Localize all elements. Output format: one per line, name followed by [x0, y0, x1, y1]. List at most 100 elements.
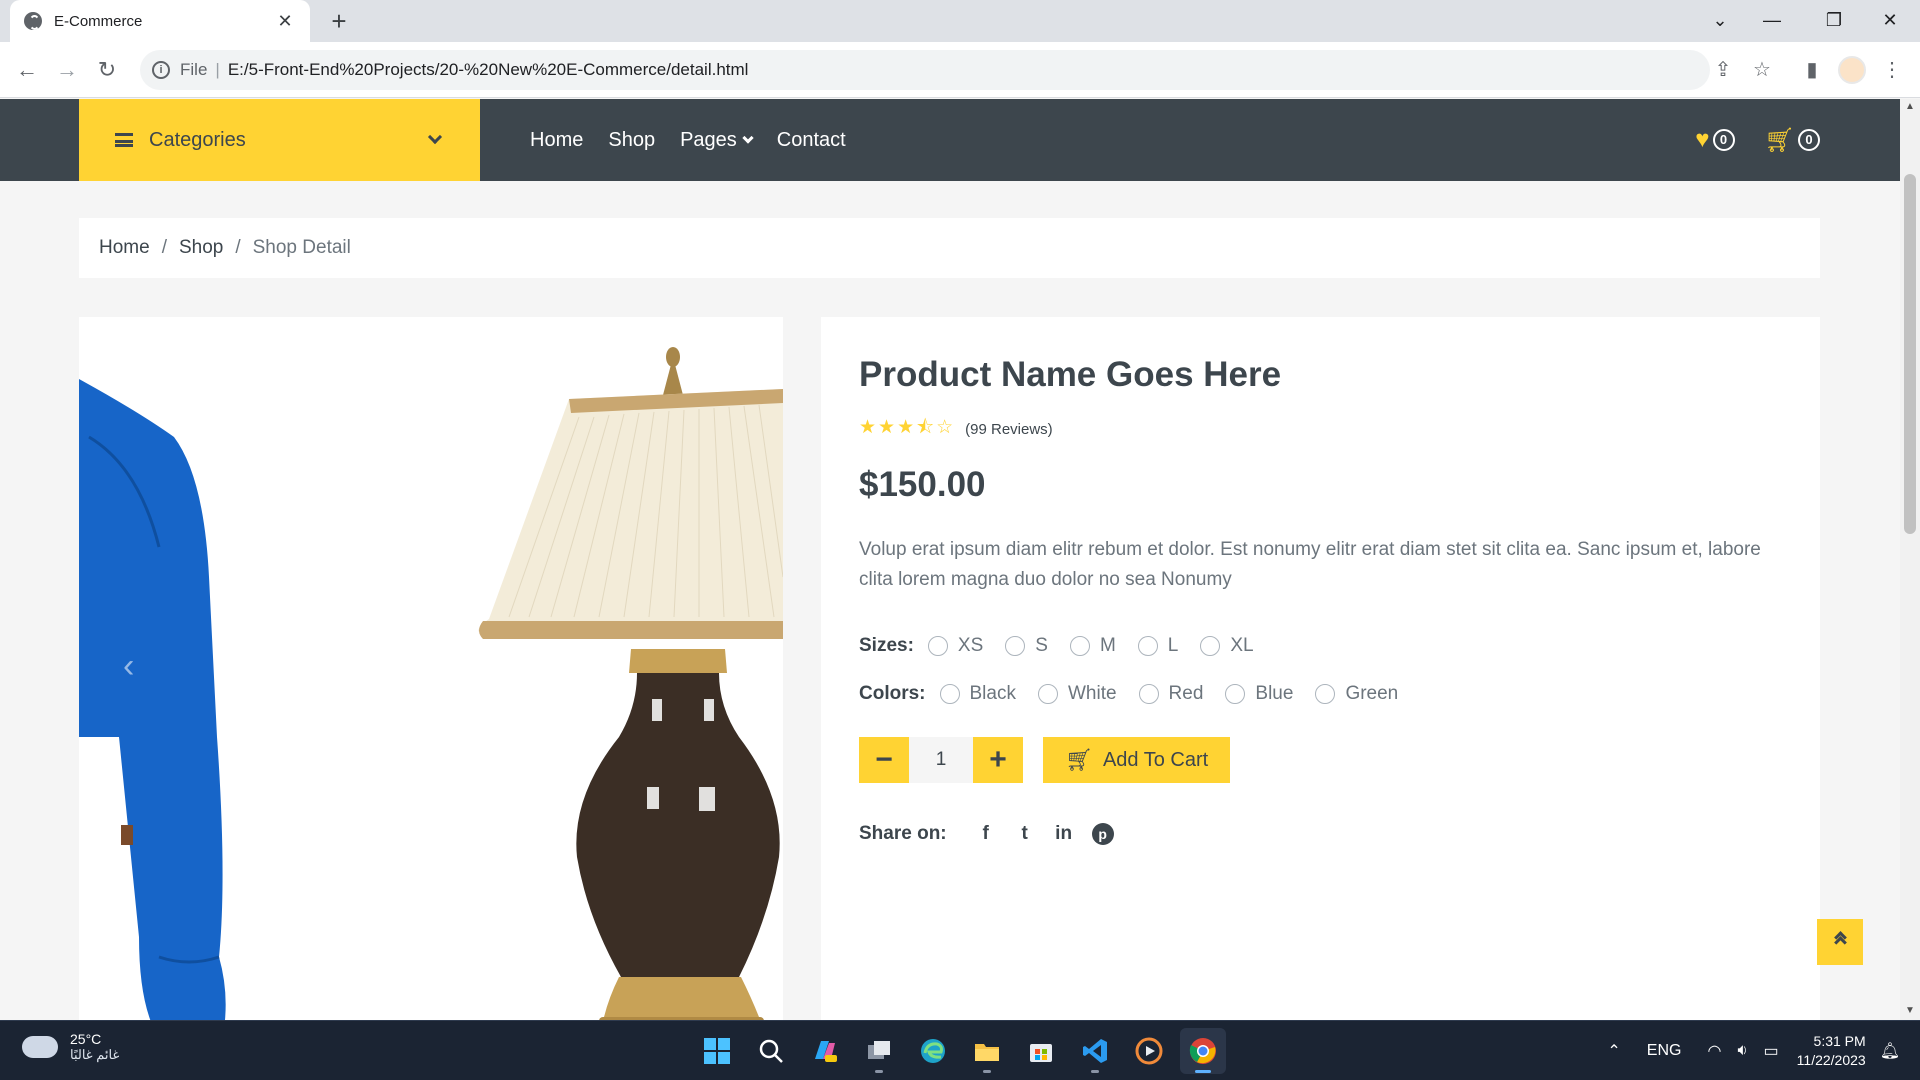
windows-logo-icon — [704, 1038, 730, 1064]
color-option-black[interactable]: Black — [939, 683, 1016, 705]
page-scrollbar[interactable]: ▲ ▼ — [1900, 99, 1920, 1020]
pinterest-icon[interactable]: p — [1091, 823, 1114, 845]
linkedin-icon[interactable]: in — [1049, 823, 1079, 845]
profile-avatar[interactable] — [1838, 56, 1866, 84]
volume-icon[interactable]: 🔉︎ — [1737, 1042, 1747, 1060]
info-icon[interactable]: i — [152, 61, 170, 79]
radio-icon[interactable] — [1137, 636, 1158, 656]
start-button[interactable] — [694, 1028, 740, 1074]
radio-icon[interactable] — [927, 636, 948, 656]
radio-icon[interactable] — [1005, 636, 1026, 656]
color-option-blue[interactable]: Blue — [1225, 683, 1293, 705]
tab-search-icon[interactable]: ⌄ — [1692, 0, 1748, 40]
nav-link-home[interactable]: Home — [530, 129, 583, 152]
reload-icon[interactable]: ↻ — [91, 54, 123, 86]
clock-date: 11/22/2023 — [1796, 1052, 1866, 1068]
size-option-s[interactable]: S — [1005, 635, 1048, 657]
facebook-icon[interactable]: f — [971, 823, 1001, 845]
new-tab-button[interactable]: + — [324, 6, 354, 36]
back-arrow-icon[interactable]: ← — [11, 54, 43, 86]
size-option-m[interactable]: M — [1069, 635, 1116, 657]
nav-link-pages[interactable]: Pages — [680, 129, 754, 152]
color-option-red[interactable]: Red — [1138, 683, 1203, 705]
forward-arrow-icon[interactable]: → — [51, 54, 83, 86]
scrollbar-thumb[interactable] — [1904, 174, 1916, 534]
vscode-app[interactable] — [1072, 1028, 1118, 1074]
task-view-app[interactable] — [856, 1028, 902, 1074]
color-label: Black — [969, 683, 1016, 704]
color-label: Green — [1345, 683, 1399, 704]
bookmark-star-icon[interactable]: ☆ — [1748, 56, 1776, 84]
size-label: M — [1099, 635, 1116, 656]
product-image-carousel[interactable]: ‹ › — [79, 317, 783, 1020]
store-app[interactable] — [1018, 1028, 1064, 1074]
colors-label: Colors: — [859, 683, 926, 704]
caret-down-icon — [742, 131, 754, 144]
size-option-l[interactable]: L — [1137, 635, 1178, 657]
file-explorer-app[interactable] — [964, 1028, 1010, 1074]
radio-icon[interactable] — [1200, 636, 1221, 656]
breadcrumb-home[interactable]: Home — [99, 237, 150, 259]
url-text[interactable]: E:/5-Front-End%20Projects/20-%20New%20E-… — [228, 60, 749, 80]
color-option-green[interactable]: Green — [1315, 683, 1398, 705]
radio-icon[interactable] — [1225, 684, 1246, 704]
heart-icon: ♥ — [1695, 126, 1710, 153]
media-player-icon — [1135, 1037, 1163, 1065]
product-price: $150.00 — [859, 465, 986, 504]
maximize-button[interactable]: ❐ — [1806, 0, 1862, 40]
edge-app[interactable] — [910, 1028, 956, 1074]
store-icon — [1030, 1044, 1052, 1062]
add-to-cart-button[interactable]: 🛒︎ Add To Cart — [1043, 737, 1231, 783]
chevron-down-icon — [427, 129, 443, 145]
radio-icon[interactable] — [1138, 684, 1159, 704]
notification-bell-icon[interactable]: 🔔︎ — [1880, 1041, 1900, 1061]
menu-kebab-icon[interactable]: ⋮ — [1878, 56, 1906, 84]
clock-time: 5:31 PM — [1813, 1033, 1866, 1049]
close-window-button[interactable]: ✕ — [1862, 0, 1918, 40]
copilot-app[interactable] — [802, 1028, 848, 1074]
language-indicator[interactable]: ENG — [1647, 1042, 1682, 1060]
radio-icon[interactable] — [1315, 684, 1336, 704]
battery-icon[interactable]: ▭ — [1764, 1041, 1779, 1061]
weather-widget[interactable]: 25°C غائم غالبًا — [22, 1028, 119, 1063]
nav-link-shop[interactable]: Shop — [608, 129, 655, 152]
tab-close-button[interactable]: ✕ — [274, 11, 296, 32]
scroll-up-arrow-icon[interactable]: ▲ — [1905, 101, 1915, 112]
color-option-white[interactable]: White — [1037, 683, 1117, 705]
size-option-xl[interactable]: XL — [1200, 635, 1254, 657]
quantity-minus-button[interactable]: − — [859, 737, 909, 783]
quantity-plus-button[interactable]: + — [973, 737, 1023, 783]
breadcrumb-shop[interactable]: Shop — [179, 237, 223, 259]
radio-icon[interactable] — [939, 684, 960, 704]
search-button[interactable] — [748, 1028, 794, 1074]
share-icon[interactable]: ⇪ — [1709, 56, 1737, 84]
product-details: Product Name Goes Here ★★★⯪☆ (99 Reviews… — [821, 317, 1820, 1020]
chrome-app[interactable] — [1180, 1028, 1226, 1074]
shopping-cart-icon: 🛒︎ — [1764, 126, 1795, 154]
running-indicator — [1195, 1070, 1211, 1073]
carousel-next-icon[interactable]: › — [727, 647, 738, 686]
carousel-prev-icon[interactable]: ‹ — [123, 647, 134, 686]
chevron-up-icon[interactable]: ⌃ — [1607, 1041, 1620, 1061]
nav-link-contact[interactable]: Contact — [777, 129, 846, 152]
address-bar[interactable]: i File | E:/5-Front-End%20Projects/20-%2… — [140, 50, 1710, 90]
twitter-icon[interactable]: t — [1010, 823, 1040, 845]
clock[interactable]: 5:31 PM 11/22/2023 — [1797, 1032, 1866, 1070]
size-label: S — [1035, 635, 1048, 656]
quantity-input[interactable] — [909, 737, 973, 783]
search-icon — [759, 1039, 783, 1063]
radio-icon[interactable] — [1069, 636, 1090, 656]
minimize-button[interactable]: — — [1744, 0, 1800, 40]
wifi-icon[interactable]: ◠ — [1707, 1041, 1721, 1061]
radio-icon[interactable] — [1037, 684, 1058, 704]
categories-button[interactable]: Categories — [79, 99, 480, 181]
breadcrumb-separator: / — [161, 237, 167, 258]
side-panel-icon[interactable]: ▮ — [1798, 56, 1826, 84]
browser-tab[interactable]: E-Commerce ✕ — [10, 0, 310, 42]
wishlist-link[interactable]: ♥ 0 — [1695, 126, 1735, 154]
media-player-app[interactable] — [1126, 1028, 1172, 1074]
size-option-xs[interactable]: XS — [927, 635, 983, 657]
scroll-down-arrow-icon[interactable]: ▼ — [1905, 1005, 1915, 1016]
cart-link[interactable]: 🛒︎ 0 — [1765, 126, 1820, 155]
back-to-top-button[interactable] — [1817, 919, 1863, 965]
